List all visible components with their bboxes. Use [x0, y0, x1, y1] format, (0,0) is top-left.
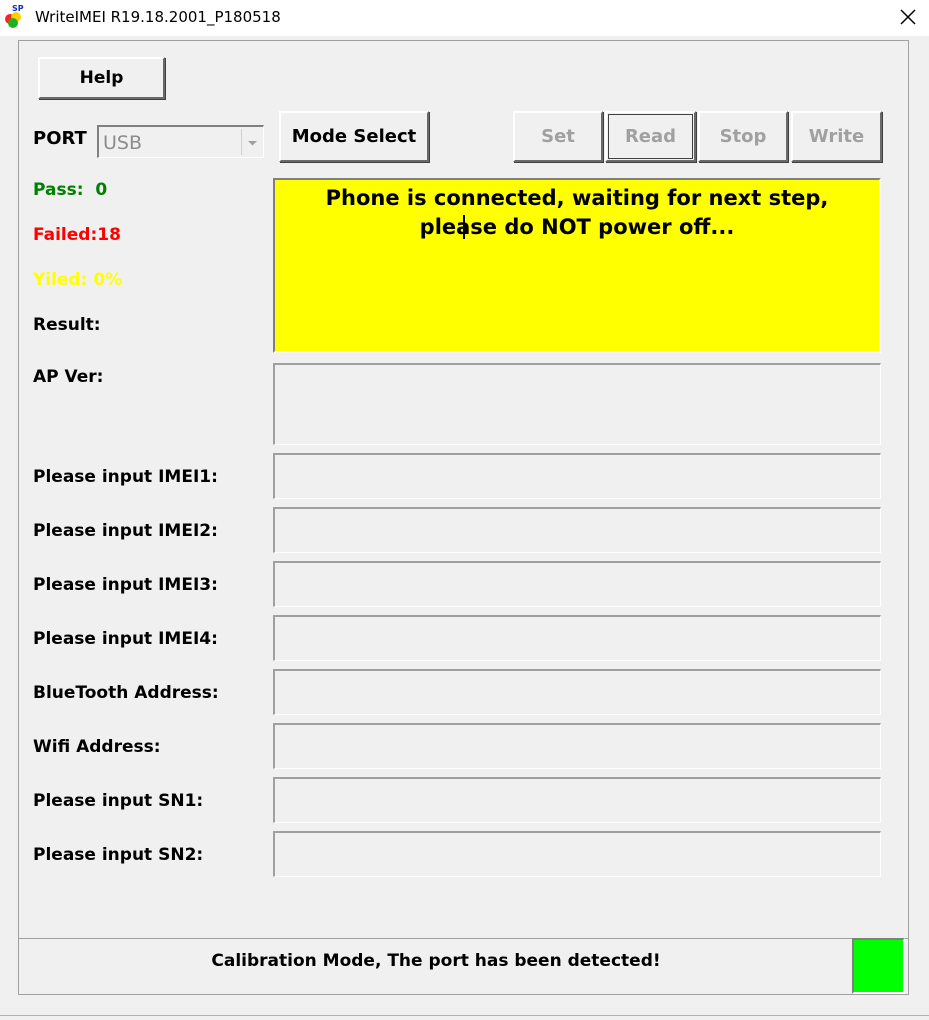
status-message-box: Phone is connected, waiting for next ste… — [273, 178, 881, 353]
app-logo-icon: SP — [3, 3, 29, 29]
mode-select-button[interactable]: Mode Select — [279, 111, 429, 162]
app-logo-badge: SP — [12, 4, 24, 13]
imei4-label: Please input IMEI4: — [33, 629, 218, 649]
wifi-address-input[interactable] — [273, 723, 881, 769]
read-button[interactable]: Read — [605, 111, 696, 162]
sn2-input[interactable] — [273, 831, 881, 877]
imei1-label: Please input IMEI1: — [33, 467, 218, 487]
help-button[interactable]: Help — [38, 57, 165, 99]
result-label: Result: — [33, 315, 101, 335]
imei2-label: Please input IMEI2: — [33, 521, 218, 541]
sn2-label: Please input SN2: — [33, 845, 204, 865]
close-button[interactable] — [886, 0, 929, 34]
yield-value: Yiled: 0% — [33, 270, 123, 290]
ap-ver-box — [273, 363, 881, 445]
bluetooth-address-label: BlueTooth Address: — [33, 683, 219, 703]
sn1-input[interactable] — [273, 777, 881, 823]
port-select-value: USB — [103, 132, 143, 154]
imei4-input[interactable] — [273, 615, 881, 661]
status-message-text: Phone is connected, waiting for next ste… — [325, 186, 829, 239]
chevron-down-icon — [248, 141, 257, 146]
port-select[interactable]: USB — [97, 125, 264, 158]
title-bar: SP WriteIMEI R19.18.2001_P180518 — [0, 0, 929, 36]
ap-ver-label: AP Ver: — [33, 367, 104, 387]
port-dropdown-button[interactable] — [241, 129, 262, 155]
window-title: WriteIMEI R19.18.2001_P180518 — [35, 8, 281, 26]
status-bar: Calibration Mode, The port has been dete… — [18, 938, 909, 995]
stop-button[interactable]: Stop — [698, 111, 788, 162]
imei2-input[interactable] — [273, 507, 881, 553]
window-bottom-edge — [0, 1015, 929, 1020]
text-caret — [463, 215, 465, 239]
imei3-input[interactable] — [273, 561, 881, 607]
write-button[interactable]: Write — [791, 111, 882, 162]
close-icon — [900, 9, 916, 25]
pass-count: Pass: 0 — [33, 180, 108, 200]
port-label: PORT — [33, 128, 87, 149]
wifi-address-label: Wifi Address: — [33, 737, 161, 757]
bluetooth-address-input[interactable] — [273, 669, 881, 715]
status-bar-message: Calibration Mode, The port has been dete… — [211, 951, 661, 971]
failed-count: Failed:18 — [33, 225, 121, 245]
sn1-label: Please input SN1: — [33, 791, 204, 811]
imei3-label: Please input IMEI3: — [33, 575, 218, 595]
set-button[interactable]: Set — [513, 111, 603, 162]
connection-indicator — [852, 938, 905, 994]
imei1-input[interactable] — [273, 453, 881, 499]
